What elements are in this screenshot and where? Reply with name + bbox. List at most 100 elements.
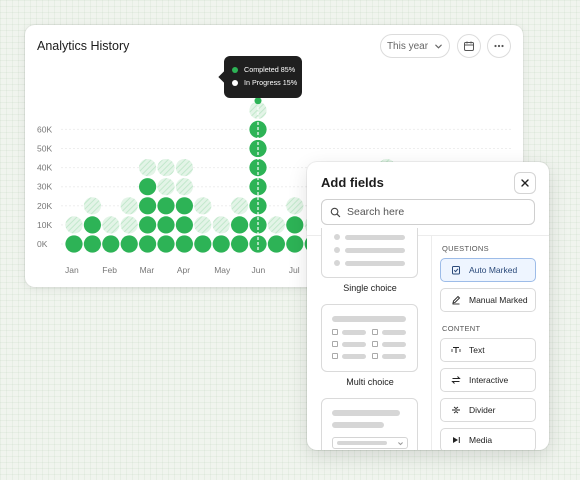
y-tick-label: 60K	[37, 124, 52, 134]
completed-point[interactable]	[83, 235, 101, 253]
completed-point[interactable]	[157, 216, 175, 234]
x-tick-label: Jan	[65, 265, 79, 275]
panel-title: Add fields	[321, 175, 384, 190]
in-progress-point[interactable]	[231, 197, 249, 215]
x-tick-label: Jul	[289, 265, 300, 275]
swap-icon	[451, 376, 461, 384]
add-fields-panel: Add fields Single choice Mult	[307, 162, 549, 450]
in-progress-point[interactable]	[267, 216, 285, 234]
in-progress-point[interactable]	[175, 178, 193, 196]
completed-point[interactable]	[83, 216, 101, 234]
section-questions: QUESTIONS	[442, 244, 489, 253]
completed-point[interactable]	[231, 235, 249, 253]
divider-button[interactable]: Divider	[440, 398, 536, 422]
tooltip-completed: Completed 85%	[244, 65, 296, 74]
placeholder-line	[337, 441, 387, 445]
in-progress-point[interactable]	[175, 159, 193, 177]
in-progress-point[interactable]	[157, 159, 175, 177]
y-tick-label: 40K	[37, 163, 52, 173]
completed-point[interactable]	[120, 235, 138, 253]
close-button[interactable]	[514, 172, 536, 194]
text-icon	[451, 347, 461, 353]
manual-marked-label: Manual Marked	[469, 295, 528, 305]
checkbox-icon	[332, 341, 338, 347]
dropdown-preview[interactable]	[321, 398, 418, 450]
placeholder-line	[382, 342, 406, 347]
tooltip-progress-row: In Progress 15%	[232, 76, 302, 89]
in-progress-point[interactable]	[194, 197, 212, 215]
checkbox-icon	[372, 341, 378, 347]
manual-marked-button[interactable]: Manual Marked	[440, 288, 536, 312]
in-progress-point[interactable]	[139, 159, 157, 177]
close-icon	[521, 179, 529, 187]
interactive-button[interactable]: Interactive	[440, 368, 536, 392]
y-tick-label: 0K	[37, 239, 48, 249]
placeholder-line	[332, 316, 406, 322]
completed-point[interactable]	[286, 235, 304, 253]
in-progress-point[interactable]	[83, 197, 101, 215]
completed-point[interactable]	[175, 216, 193, 234]
checkbox-icon	[332, 353, 338, 359]
progress-dot-icon	[232, 79, 238, 86]
in-progress-point[interactable]	[157, 178, 175, 196]
in-progress-point[interactable]	[65, 216, 83, 234]
placeholder-line	[345, 248, 405, 253]
completed-dot-icon	[232, 66, 238, 73]
section-content: CONTENT	[442, 324, 481, 333]
completed-point[interactable]	[157, 197, 175, 215]
media-button[interactable]: Media	[440, 428, 536, 450]
text-label: Text	[469, 345, 485, 355]
in-progress-point[interactable]	[194, 216, 212, 234]
completed-point[interactable]	[212, 235, 230, 253]
completed-point[interactable]	[139, 197, 157, 215]
x-tick-label: Jun	[252, 265, 266, 275]
checkbox-icon	[372, 329, 378, 335]
in-progress-point[interactable]	[286, 197, 304, 215]
text-button[interactable]: Text	[440, 338, 536, 362]
interactive-label: Interactive	[469, 375, 509, 385]
x-tick-label: Mar	[140, 265, 155, 275]
bullet-icon	[334, 247, 340, 253]
checklist-icon	[452, 266, 460, 275]
completed-point[interactable]	[139, 178, 157, 196]
auto-marked-button[interactable]: Auto Marked	[440, 258, 536, 282]
column-divider	[431, 235, 432, 450]
chart-tooltip: Completed 85% In Progress 15%	[224, 56, 302, 98]
checkbox-icon	[372, 353, 378, 359]
bullet-icon	[334, 234, 340, 240]
completed-point[interactable]	[267, 235, 285, 253]
multi-choice-preview[interactable]	[321, 304, 418, 372]
auto-marked-label: Auto Marked	[469, 265, 518, 275]
completed-point[interactable]	[175, 197, 193, 215]
completed-point[interactable]	[65, 235, 83, 253]
x-tick-label: Feb	[102, 265, 117, 275]
y-tick-label: 50K	[37, 144, 52, 154]
highlight-marker	[254, 97, 262, 105]
in-progress-point[interactable]	[120, 216, 138, 234]
completed-point[interactable]	[286, 216, 304, 234]
checkbox-icon	[332, 329, 338, 335]
completed-point[interactable]	[194, 235, 212, 253]
completed-point[interactable]	[157, 235, 175, 253]
placeholder-line	[345, 235, 405, 240]
media-icon	[453, 437, 460, 443]
placeholder-line	[382, 354, 406, 359]
in-progress-point[interactable]	[212, 216, 230, 234]
completed-point[interactable]	[139, 235, 157, 253]
completed-point[interactable]	[139, 216, 157, 234]
tooltip-completed-row: Completed 85%	[232, 63, 302, 76]
placeholder-line	[342, 354, 366, 359]
media-label: Media	[469, 435, 493, 445]
y-tick-label: 20K	[37, 201, 52, 211]
search-input[interactable]	[347, 206, 517, 218]
in-progress-point[interactable]	[120, 197, 138, 215]
placeholder-line	[382, 330, 406, 335]
pencil-icon	[452, 295, 461, 305]
divider-label: Divider	[469, 405, 496, 415]
in-progress-point[interactable]	[102, 216, 120, 234]
completed-point[interactable]	[231, 216, 249, 234]
single-choice-preview[interactable]	[321, 228, 418, 278]
completed-point[interactable]	[102, 235, 120, 253]
completed-point[interactable]	[175, 235, 193, 253]
search-field[interactable]	[321, 199, 535, 225]
